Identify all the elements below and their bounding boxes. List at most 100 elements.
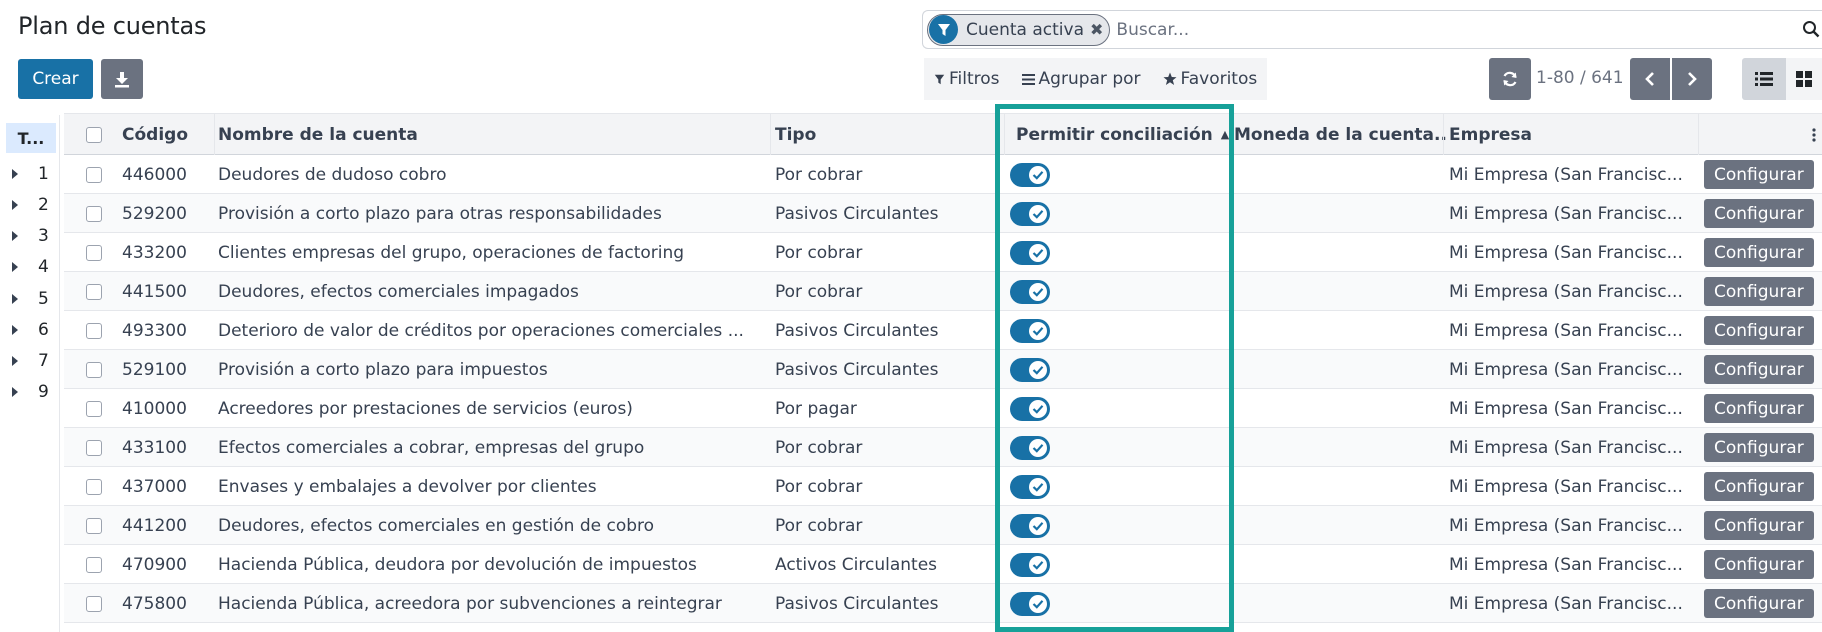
configure-button[interactable]: Configurar [1704, 238, 1814, 267]
search-panel-item[interactable]: 7 [12, 349, 52, 373]
row-checkbox[interactable] [86, 166, 102, 183]
next-page-button[interactable] [1672, 58, 1712, 100]
cell-reconcile[interactable] [1010, 311, 1070, 350]
cell-type[interactable]: Pasivos Circulantes [775, 584, 1000, 623]
cell-reconcile[interactable] [1010, 506, 1070, 545]
table-row[interactable]: 529100 Provisión a corto plazo para impue… [64, 350, 1822, 389]
table-row[interactable]: 441200 Deudores, efectos comerciales en g… [64, 506, 1822, 545]
cell-currency[interactable] [1234, 467, 1439, 506]
cell-company[interactable]: Mi Empresa (San Francisc... [1449, 194, 1694, 233]
cell-currency[interactable] [1234, 233, 1439, 272]
cell-type[interactable]: Por cobrar [775, 155, 1000, 194]
cell-name[interactable]: Envases y embalajes a devolver por clien… [218, 467, 766, 506]
cell-name[interactable]: Acreedores por prestaciones de servicios… [218, 389, 766, 428]
create-button[interactable]: Crear [18, 59, 93, 99]
configure-button[interactable]: Configurar [1704, 433, 1814, 462]
configure-button[interactable]: Configurar [1704, 394, 1814, 423]
cell-name[interactable]: Deudores, efectos comerciales impagados [218, 272, 766, 311]
table-row[interactable]: 493300 Deterioro de valor de créditos por… [64, 311, 1822, 350]
cell-type[interactable]: Por cobrar [775, 428, 1000, 467]
cell-code[interactable]: 433100 [122, 428, 212, 467]
row-checkbox[interactable] [86, 517, 102, 534]
cell-code[interactable]: 529100 [122, 350, 212, 389]
configure-button[interactable]: Configurar [1704, 316, 1814, 345]
cell-name[interactable]: Deudores de dudoso cobro [218, 155, 766, 194]
search-panel-header[interactable]: T... [6, 123, 56, 153]
cell-type[interactable]: Pasivos Circulantes [775, 311, 1000, 350]
column-header-company[interactable]: Empresa [1449, 114, 1649, 155]
cell-company[interactable]: Mi Empresa (San Francisc... [1449, 506, 1694, 545]
filters-dropdown[interactable]: Filtros [934, 69, 1000, 89]
cell-company[interactable]: Mi Empresa (San Francisc... [1449, 311, 1694, 350]
reconcile-toggle[interactable] [1010, 240, 1050, 265]
row-checkbox[interactable] [86, 205, 102, 222]
row-checkbox[interactable] [86, 400, 102, 417]
cell-name[interactable]: Hacienda Pública, acreedora por subvenci… [218, 584, 766, 623]
cell-name[interactable]: Hacienda Pública, deudora por devolución… [218, 545, 766, 584]
cell-currency[interactable] [1234, 506, 1439, 545]
row-checkbox[interactable] [86, 595, 102, 612]
download-button[interactable] [101, 59, 143, 99]
row-checkbox[interactable] [86, 322, 102, 339]
configure-button[interactable]: Configurar [1704, 355, 1814, 384]
table-row[interactable]: 410000 Acreedores por prestaciones de ser… [64, 389, 1822, 428]
reconcile-toggle[interactable] [1010, 201, 1050, 226]
cell-company[interactable]: Mi Empresa (San Francisc... [1449, 428, 1694, 467]
configure-button[interactable]: Configurar [1704, 277, 1814, 306]
table-row[interactable]: 475800 Hacienda Pública, acreedora por su… [64, 584, 1822, 623]
cell-company[interactable]: Mi Empresa (San Francisc... [1449, 272, 1694, 311]
cell-code[interactable]: 470900 [122, 545, 212, 584]
row-select-cell[interactable] [86, 233, 106, 272]
cell-currency[interactable] [1234, 350, 1439, 389]
cell-company[interactable]: Mi Empresa (San Francisc... [1449, 389, 1694, 428]
row-checkbox[interactable] [86, 439, 102, 456]
groupby-dropdown[interactable]: Agrupar por [1021, 69, 1141, 89]
row-select-cell[interactable] [86, 194, 106, 233]
search-panel-item[interactable]: 6 [12, 318, 52, 342]
facet-remove-icon[interactable]: ✖ [1090, 20, 1103, 39]
search-panel-item[interactable]: 4 [12, 255, 52, 279]
row-select-cell[interactable] [86, 311, 106, 350]
cell-code[interactable]: 441500 [122, 272, 212, 311]
pager-value[interactable]: 1-80 / 641 [1536, 68, 1624, 88]
cell-code[interactable]: 410000 [122, 389, 212, 428]
cell-reconcile[interactable] [1010, 389, 1070, 428]
cell-currency[interactable] [1234, 584, 1439, 623]
cell-type[interactable]: Activos Circulantes [775, 545, 1000, 584]
cell-code[interactable]: 441200 [122, 506, 212, 545]
configure-button[interactable]: Configurar [1704, 472, 1814, 501]
row-select-cell[interactable] [86, 272, 106, 311]
reconcile-toggle[interactable] [1010, 474, 1050, 499]
column-header-currency[interactable]: Moneda de la cuenta... [1234, 114, 1448, 155]
cell-type[interactable]: Pasivos Circulantes [775, 350, 1000, 389]
cell-reconcile[interactable] [1010, 584, 1070, 623]
search-panel-item[interactable]: 3 [12, 224, 52, 248]
cell-company[interactable]: Mi Empresa (San Francisc... [1449, 584, 1694, 623]
cell-reconcile[interactable] [1010, 428, 1070, 467]
favorites-dropdown[interactable]: Favoritos [1163, 69, 1257, 89]
table-row[interactable]: 446000 Deudores de dudoso cobro Por cobrar… [64, 155, 1822, 194]
configure-button[interactable]: Configurar [1704, 160, 1814, 189]
row-checkbox[interactable] [86, 244, 102, 261]
search-facet[interactable]: Cuenta activa ✖ [927, 13, 1111, 46]
row-select-cell[interactable] [86, 506, 106, 545]
row-checkbox[interactable] [86, 361, 102, 378]
cell-type[interactable]: Pasivos Circulantes [775, 194, 1000, 233]
table-row[interactable]: 433100 Efectos comerciales a cobrar, empr… [64, 428, 1822, 467]
search-panel-item[interactable]: 5 [12, 287, 52, 311]
cell-reconcile[interactable] [1010, 545, 1070, 584]
search-panel-item[interactable]: 2 [12, 193, 52, 217]
search-input[interactable] [1116, 19, 1767, 40]
previous-page-button[interactable] [1630, 58, 1670, 100]
column-header-reconcile[interactable]: Permitir conciliación ▲ [1016, 114, 1230, 155]
row-select-cell[interactable] [86, 584, 106, 623]
row-checkbox[interactable] [86, 283, 102, 300]
cell-currency[interactable] [1234, 545, 1439, 584]
cell-company[interactable]: Mi Empresa (San Francisc... [1449, 155, 1694, 194]
search-icon[interactable] [1802, 20, 1820, 42]
cell-company[interactable]: Mi Empresa (San Francisc... [1449, 233, 1694, 272]
cell-code[interactable]: 493300 [122, 311, 212, 350]
cell-company[interactable]: Mi Empresa (San Francisc... [1449, 545, 1694, 584]
search-panel-item[interactable]: 1 [12, 162, 52, 186]
column-header-name[interactable]: Nombre de la cuenta [218, 114, 618, 155]
